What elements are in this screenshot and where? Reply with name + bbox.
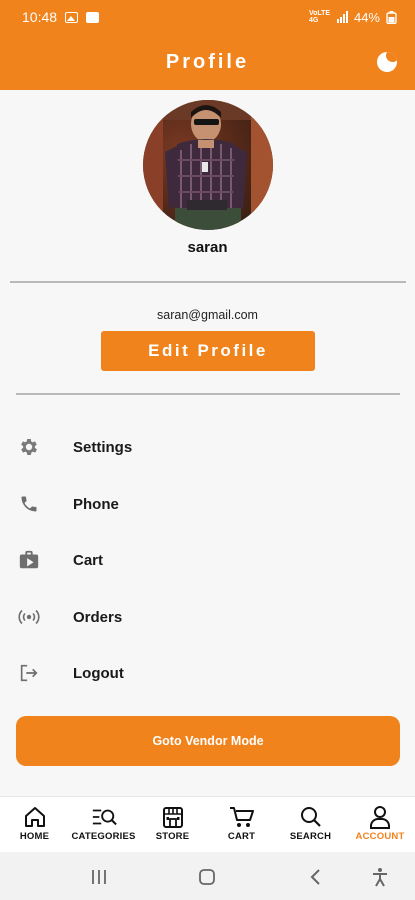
system-nav-bar xyxy=(0,852,415,900)
menu-item-label: Orders xyxy=(73,608,123,626)
account-icon xyxy=(367,805,393,829)
shopping-bag-icon xyxy=(17,548,41,572)
nav-label: CART xyxy=(227,831,256,842)
edit-profile-button[interactable]: Edit Profile xyxy=(101,331,315,371)
store-icon xyxy=(160,805,186,829)
menu-item-label: Settings xyxy=(73,438,133,456)
nav-item-home[interactable]: HOME xyxy=(0,797,69,853)
nav-item-store[interactable]: STORE xyxy=(138,797,207,853)
divider xyxy=(10,281,406,283)
nav-label: ACCOUNT xyxy=(355,831,405,842)
nav-item-categories[interactable]: CATEGORIES xyxy=(69,797,138,853)
menu-item-label: Cart xyxy=(73,551,104,569)
categories-icon xyxy=(91,805,117,829)
nav-label: HOME xyxy=(19,831,50,842)
gear-icon xyxy=(17,435,41,459)
battery-icon xyxy=(386,10,397,24)
logout-icon xyxy=(17,661,41,685)
menu-item-orders[interactable]: Orders xyxy=(0,595,415,639)
phone-icon xyxy=(17,492,41,516)
status-bar: 10:48 VoLTE 4G 44% xyxy=(0,0,415,34)
nav-item-account[interactable]: ACCOUNT xyxy=(345,797,415,853)
network-type-label: VoLTE 4G xyxy=(308,10,331,24)
menu-item-cart[interactable]: Cart xyxy=(0,538,415,582)
menu-item-phone[interactable]: Phone xyxy=(0,482,415,526)
accessibility-icon[interactable] xyxy=(369,866,391,888)
home-icon xyxy=(22,805,48,829)
user-name: saran xyxy=(187,239,228,256)
divider xyxy=(16,393,400,395)
menu-item-logout[interactable]: Logout xyxy=(0,651,415,695)
page-title: Profile xyxy=(165,50,250,73)
status-time: 10:48 xyxy=(22,9,58,25)
image-notification-icon xyxy=(65,11,79,23)
goto-vendor-mode-button[interactable]: Goto Vendor Mode xyxy=(16,716,400,766)
avatar xyxy=(143,100,273,230)
message-notification-icon xyxy=(86,11,100,23)
user-email: saran@gmail.com xyxy=(157,308,258,322)
nav-label: CATEGORIES xyxy=(71,831,136,842)
menu-item-settings[interactable]: Settings xyxy=(0,425,415,469)
nav-label: SEARCH xyxy=(289,831,332,842)
menu-item-label: Phone xyxy=(73,495,119,513)
search-icon xyxy=(298,805,324,829)
recent-apps-icon[interactable] xyxy=(88,866,110,888)
cart-icon xyxy=(229,805,255,829)
battery-percent: 44% xyxy=(353,9,380,25)
menu-item-label: Logout xyxy=(73,664,124,682)
signal-icon xyxy=(336,11,348,23)
nav-item-search[interactable]: SEARCH xyxy=(276,797,345,853)
back-icon[interactable] xyxy=(305,866,327,888)
moon-icon[interactable] xyxy=(377,52,397,72)
app-header: Profile xyxy=(0,34,415,90)
home-button-icon[interactable] xyxy=(196,866,218,888)
nav-item-cart[interactable]: CART xyxy=(207,797,276,853)
nav-label: STORE xyxy=(155,831,190,842)
bottom-nav: HOME CATEGORIES STORE CART SEARCH ACCOUN… xyxy=(0,796,415,852)
broadcast-icon xyxy=(17,605,41,629)
